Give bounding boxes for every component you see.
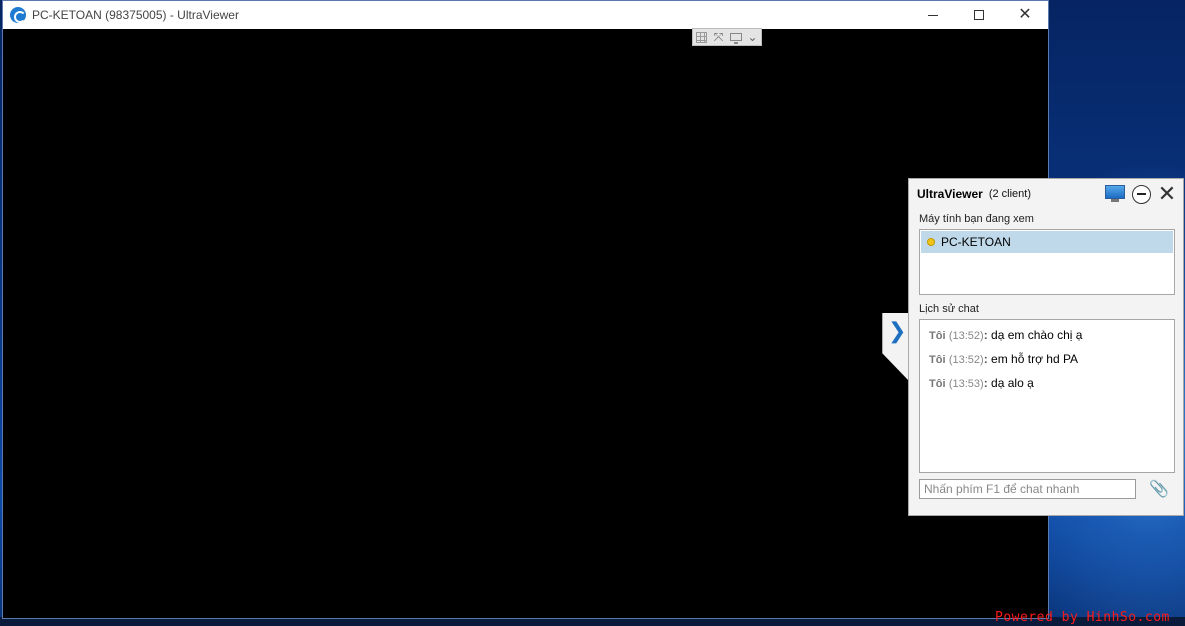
message-text: dạ alo ạ (991, 376, 1034, 390)
close-button[interactable]: ✕ (1002, 1, 1048, 29)
client-row[interactable]: PC-KETOAN (921, 231, 1173, 253)
chat-message: Tôi (13:53): dạ alo ạ (929, 376, 1034, 390)
close-panel-icon[interactable]: ✕ (1157, 183, 1177, 205)
message-time: (13:53) (948, 378, 984, 390)
status-dot-icon (927, 238, 935, 246)
chevron-down-icon[interactable]: ⌄ (745, 30, 760, 45)
minimize-button[interactable] (910, 1, 956, 29)
monitor-icon[interactable] (728, 30, 743, 45)
computers-label: Máy tính bạn đang xem (919, 213, 1034, 225)
minimize-icon (928, 14, 938, 16)
attach-icon[interactable]: 📎 (1149, 479, 1169, 499)
fullscreen-icon[interactable]: ⤧ (711, 30, 726, 45)
chat-input[interactable] (919, 479, 1136, 499)
message-sender: Tôi (929, 330, 946, 342)
ultraviewer-app-icon (10, 7, 26, 23)
remote-toolbar: ⤧ ⌄ (692, 28, 762, 46)
window-title: PC-KETOAN (98375005) - UltraViewer (32, 8, 239, 22)
message-sender: Tôi (929, 354, 946, 366)
monitor-icon[interactable] (1104, 185, 1126, 203)
chat-panel-icons: ✕ (1104, 183, 1183, 205)
chat-panel-header: UltraViewer (2 client) ✕ (909, 179, 1183, 209)
message-text: em hỗ trợ hd PA (991, 352, 1079, 366)
maximize-button[interactable] (956, 1, 1002, 29)
chat-message: Tôi (13:52): em hỗ trợ hd PA (929, 352, 1079, 366)
window-titlebar[interactable]: PC-KETOAN (98375005) - UltraViewer ✕ (3, 1, 1048, 29)
message-time: (13:52) (948, 354, 984, 366)
window-controls: ✕ (910, 1, 1048, 29)
client-count: (2 client) (988, 188, 1031, 200)
chevron-right-icon[interactable]: ❯ (888, 320, 906, 342)
message-sender: Tôi (929, 378, 946, 390)
chat-panel-title: UltraViewer (917, 187, 983, 201)
minimize-panel-icon[interactable] (1132, 184, 1151, 204)
client-list: PC-KETOAN (919, 229, 1175, 295)
message-time: (13:52) (948, 330, 984, 342)
message-text: dạ em chào chị ạ (991, 328, 1083, 342)
ultraviewer-window: PC-KETOAN (98375005) - UltraViewer ✕ (2, 0, 1049, 619)
chat-history[interactable]: Tôi (13:52): dạ em chào chị ạ Tôi (13:52… (919, 319, 1175, 473)
maximize-icon (974, 10, 984, 20)
close-icon: ✕ (1018, 6, 1032, 23)
chat-panel: UltraViewer (2 client) ✕ Máy tính bạn đa… (908, 178, 1184, 516)
grid-icon[interactable] (694, 30, 709, 45)
chat-history-label: Lịch sử chat (919, 303, 979, 315)
client-name: PC-KETOAN (941, 235, 1011, 249)
watermark: Powered by HinhSo.com (995, 610, 1170, 625)
chat-message: Tôi (13:52): dạ em chào chị ạ (929, 328, 1083, 342)
